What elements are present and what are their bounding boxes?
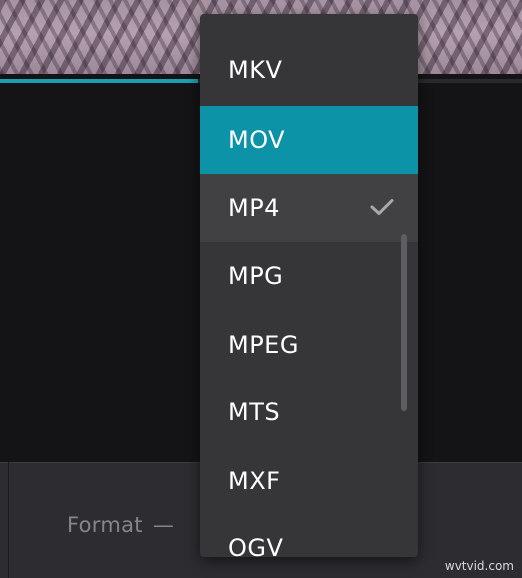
format-option-mp4[interactable]: MP4 [200, 174, 418, 242]
format-label-dash: — [152, 513, 175, 537]
option-label: MP4 [228, 194, 280, 222]
watermark: wvtvid.com [444, 559, 514, 573]
option-label: MPEG [228, 331, 299, 359]
option-label: MKV [228, 56, 283, 84]
checkmark-icon [370, 199, 394, 215]
format-option-mkv[interactable]: MKV [200, 36, 418, 104]
format-field-label: Format — [67, 513, 174, 537]
video-editor: Format — MKV MOV MP4 MPG MPEG MTS MXF OGV [0, 0, 522, 578]
format-option-mxf[interactable]: MXF [200, 447, 418, 515]
format-dropdown-menu[interactable]: MKV MOV MP4 MPG MPEG MTS MXF OGV [200, 14, 418, 557]
option-label: MXF [228, 467, 281, 495]
option-label: OGV [228, 534, 284, 557]
dropdown-scrollbar[interactable] [401, 234, 407, 411]
option-label: MOV [228, 126, 286, 154]
option-label: MTS [228, 398, 281, 426]
format-option-mov[interactable]: MOV [200, 106, 418, 174]
format-option-mpeg[interactable]: MPEG [200, 311, 418, 379]
format-label-text: Format [67, 513, 143, 537]
format-option-mts[interactable]: MTS [200, 378, 418, 446]
progress-fill [0, 79, 199, 83]
option-label: MPG [228, 262, 284, 290]
panel-divider [8, 462, 9, 578]
format-option-ogv[interactable]: OGV [200, 514, 418, 557]
format-option-mpg[interactable]: MPG [200, 242, 418, 310]
